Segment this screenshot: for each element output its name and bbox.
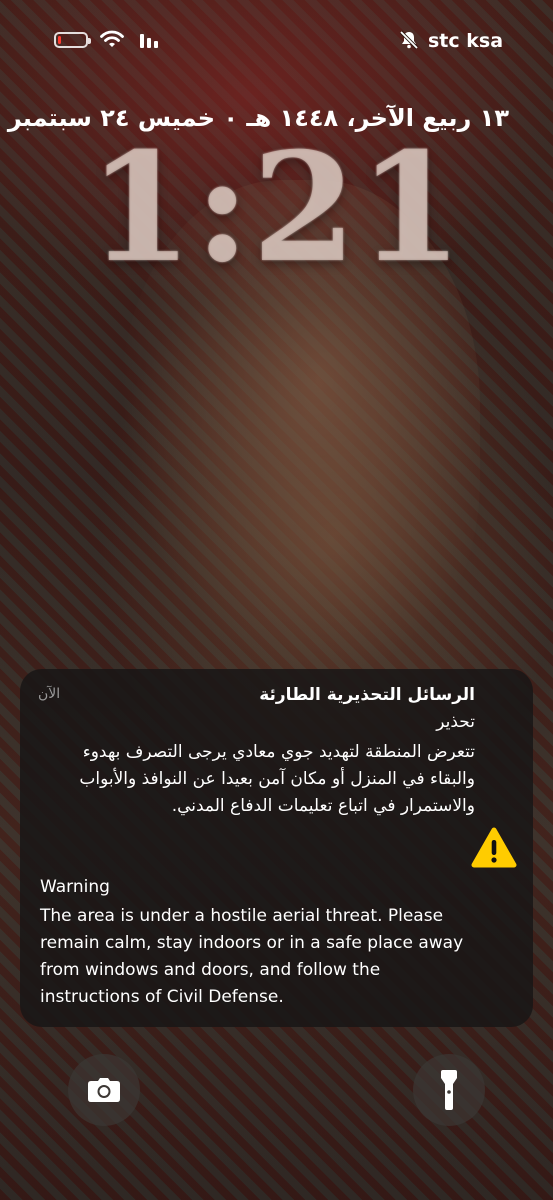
notification-time: الآن [38,686,61,702]
battery-level [58,36,62,44]
arabic-heading: تحذير [436,712,475,732]
camera-button[interactable] [68,1054,140,1126]
wifi-icon [100,30,124,47]
english-body: The area is under a hostile aerial threa… [40,906,464,1007]
cellular-signal-icon [140,34,158,48]
carrier-name: stc ksa [428,30,504,52]
arabic-body: تتعرض المنطقة لتهديد جوي معادي يرجى التص… [79,742,475,816]
battery-icon [54,32,91,48]
emergency-alert-notification[interactable]: الرسائل التحذيرية الطارئة الآن تحذير تتع… [20,669,533,1027]
english-heading: Warning [40,877,110,897]
notification-app-title: الرسائل التحذيرية الطارئة [259,685,475,705]
status-bar: stc ksa [0,0,553,80]
camera-icon [88,1078,120,1102]
lock-screen-time: 1:21 [88,120,465,296]
flashlight-button[interactable] [413,1054,485,1126]
bell-slash-icon [399,30,419,50]
warning-icon [471,827,517,868]
flashlight-icon [441,1070,457,1110]
